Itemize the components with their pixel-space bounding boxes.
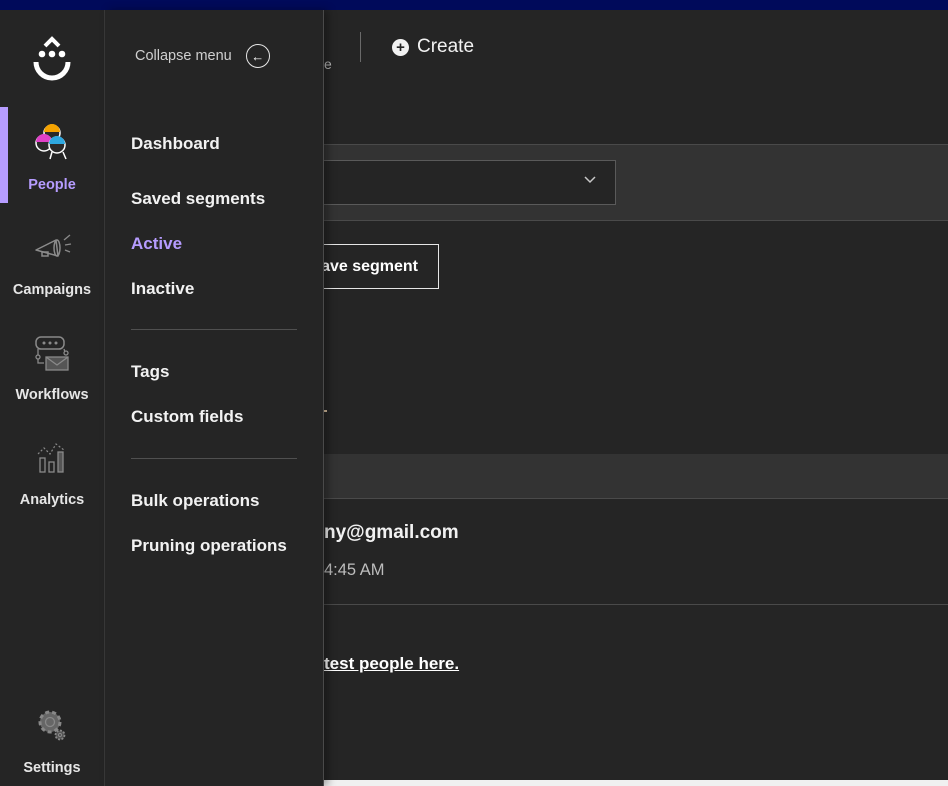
submenu-item-pruning-operations[interactable]: Pruning operations xyxy=(131,536,287,556)
rail-item-people[interactable]: People xyxy=(0,107,104,203)
plus-circle-icon: + xyxy=(392,38,409,56)
rail-item-workflows[interactable]: Workflows xyxy=(0,317,104,413)
rail-item-campaigns[interactable]: Campaigns xyxy=(0,212,104,308)
submenu-item-bulk-operations[interactable]: Bulk operations xyxy=(131,491,259,511)
arrow-left-circle-icon: ← xyxy=(245,44,270,68)
create-label: Create xyxy=(417,36,475,57)
collapse-menu-label: Collapse menu xyxy=(135,48,232,64)
submenu-item-saved-segments[interactable]: Saved segments xyxy=(131,189,265,209)
page-subtitle-fragment: e xyxy=(324,56,332,72)
person-timestamp: 4:45 AM xyxy=(324,561,385,579)
collapse-menu-button[interactable]: Collapse menu ← xyxy=(135,44,270,68)
main-content: e + Create ave segment ny@gmail.com 4:45… xyxy=(314,10,948,786)
chevron-down-icon xyxy=(584,176,596,184)
submenu-divider xyxy=(131,458,297,459)
icon-rail: People Campaigns Workflows Analytics Set… xyxy=(0,10,105,786)
rail-item-label: Settings xyxy=(23,760,81,776)
rail-item-label: People xyxy=(28,177,76,193)
submenu-item-active[interactable]: Active xyxy=(131,234,182,254)
rail-item-label: Campaigns xyxy=(12,282,92,298)
segment-filter-dropdown[interactable] xyxy=(314,160,616,205)
people-icon xyxy=(35,124,67,160)
header-divider xyxy=(360,32,361,62)
submenu-item-dashboard[interactable]: Dashboard xyxy=(131,134,220,154)
rail-item-label: Analytics xyxy=(19,492,85,508)
save-segment-button[interactable]: ave segment xyxy=(314,244,439,289)
content-fragment xyxy=(324,410,327,412)
submenu-item-tags[interactable]: Tags xyxy=(131,362,169,382)
rail-item-settings[interactable]: Settings xyxy=(0,690,104,786)
submenu-item-inactive[interactable]: Inactive xyxy=(131,279,194,299)
people-table-header xyxy=(324,454,948,499)
people-submenu: Collapse menu ← Dashboard Saved segments… xyxy=(105,10,324,786)
analytics-icon xyxy=(37,443,65,473)
app-logo-icon[interactable] xyxy=(30,32,74,82)
gear-icon xyxy=(38,710,66,741)
filter-bar xyxy=(314,144,948,221)
test-people-link[interactable]: test people here. xyxy=(324,654,459,674)
megaphone-icon xyxy=(35,234,72,257)
table-row[interactable]: ny@gmail.com 4:45 AM xyxy=(324,499,948,605)
workflow-icon xyxy=(35,336,69,371)
top-accent-bar xyxy=(0,0,948,10)
rail-item-analytics[interactable]: Analytics xyxy=(0,422,104,518)
submenu-divider xyxy=(131,329,297,330)
rail-item-label: Workflows xyxy=(15,387,89,403)
bottom-edge xyxy=(324,780,948,786)
person-email: ny@gmail.com xyxy=(324,522,459,543)
create-button[interactable]: + Create xyxy=(392,36,474,58)
submenu-item-custom-fields[interactable]: Custom fields xyxy=(131,407,243,427)
